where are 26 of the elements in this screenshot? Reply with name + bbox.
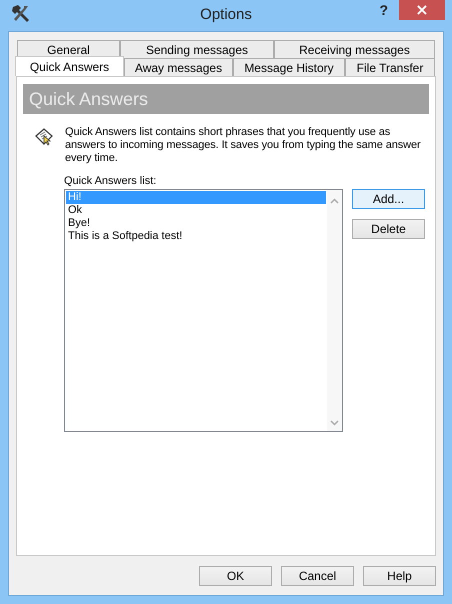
list-label: Quick Answers list:	[64, 175, 158, 187]
close-button[interactable]: ×	[399, 0, 445, 20]
window-title: Options	[200, 6, 252, 23]
scroll-down-icon[interactable]	[330, 420, 339, 426]
help-button[interactable]: ?	[375, 0, 392, 20]
list-action-button[interactable]: Add...	[352, 189, 425, 209]
tab[interactable]: Message History	[233, 58, 345, 76]
dialog-button[interactable]: OK	[199, 566, 272, 586]
list-item[interactable]: Bye!	[66, 217, 326, 230]
scroll-up-icon[interactable]	[330, 198, 339, 204]
list-action-button[interactable]: Delete	[352, 219, 425, 239]
scrollbar[interactable]	[327, 190, 342, 431]
dialog-button[interactable]: Cancel	[281, 566, 354, 586]
tab[interactable]: File Transfer	[345, 58, 435, 76]
description-text: Quick Answers list contains short phrases that you frequently use as answers to incoming messages. It saves you from typing the same answer every time.	[65, 126, 422, 165]
tab[interactable]: Receiving messages	[274, 40, 435, 58]
tab[interactable]: Quick Answers	[15, 56, 124, 76]
tab[interactable]: Sending messages	[120, 40, 274, 58]
tools-icon	[10, 4, 32, 24]
section-heading: Quick Answers	[23, 84, 429, 114]
dialog-button[interactable]: Help	[363, 566, 436, 586]
list-item[interactable]: This is a Softpedia test!	[66, 230, 326, 243]
answers-listbox[interactable]: Hi! Ok Bye! This is a Softpedia test!	[64, 189, 343, 432]
note-pencil-icon	[34, 127, 54, 147]
tab[interactable]: Away messages	[124, 58, 233, 76]
list-item[interactable]: Ok	[66, 204, 326, 217]
